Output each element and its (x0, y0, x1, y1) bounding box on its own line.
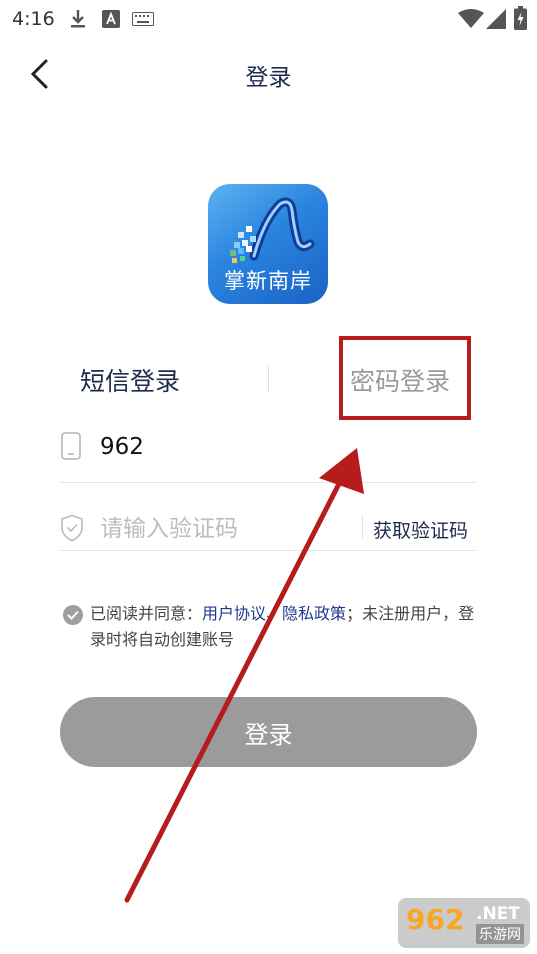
verification-code-input[interactable] (100, 510, 350, 548)
logo-text: 掌新南岸 (224, 269, 312, 293)
phone-icon (61, 432, 81, 460)
privacy-policy-link[interactable]: 隐私政策 (282, 604, 346, 623)
highlight-box (339, 336, 471, 420)
watermark-domain: .NET (476, 904, 520, 924)
battery-icon (514, 6, 527, 30)
download-icon (71, 10, 85, 28)
watermark-name: 乐游网 (476, 924, 524, 944)
signal-icon (486, 9, 506, 29)
wifi-icon (458, 9, 484, 28)
user-agreement-link[interactable]: 用户协议 (202, 604, 266, 623)
status-time: 4:16 (12, 8, 55, 30)
tab-sms-login[interactable]: 短信登录 (80, 362, 180, 398)
login-button[interactable]: 登录 (60, 697, 477, 767)
watermark-number: 962 (406, 903, 465, 936)
watermark-logo: 962 .NET 乐游网 (398, 898, 530, 948)
app-logo: 掌新南岸 (208, 184, 328, 304)
tab-divider (268, 366, 269, 392)
check-icon (67, 610, 79, 620)
shield-check-icon (61, 514, 83, 542)
agreement-checkbox[interactable] (63, 605, 83, 625)
page-title: 登录 (245, 65, 292, 91)
agreement-separator: 、 (266, 604, 283, 623)
get-code-button[interactable]: 获取验证码 (373, 516, 468, 543)
agreement-prefix: 已阅读并同意： (90, 604, 203, 623)
phone-input[interactable] (100, 428, 460, 466)
code-underline (60, 550, 477, 551)
code-divider (362, 516, 363, 538)
status-bar: 4:16 (0, 0, 537, 38)
agreement-text: 已阅读并同意：用户协议、隐私政策；未注册用户，登录时将自动创建账号 (90, 601, 480, 653)
phone-underline (60, 482, 477, 483)
a-box-icon (102, 10, 120, 28)
keyboard-icon (132, 12, 154, 26)
annotation-arrow (124, 448, 364, 903)
